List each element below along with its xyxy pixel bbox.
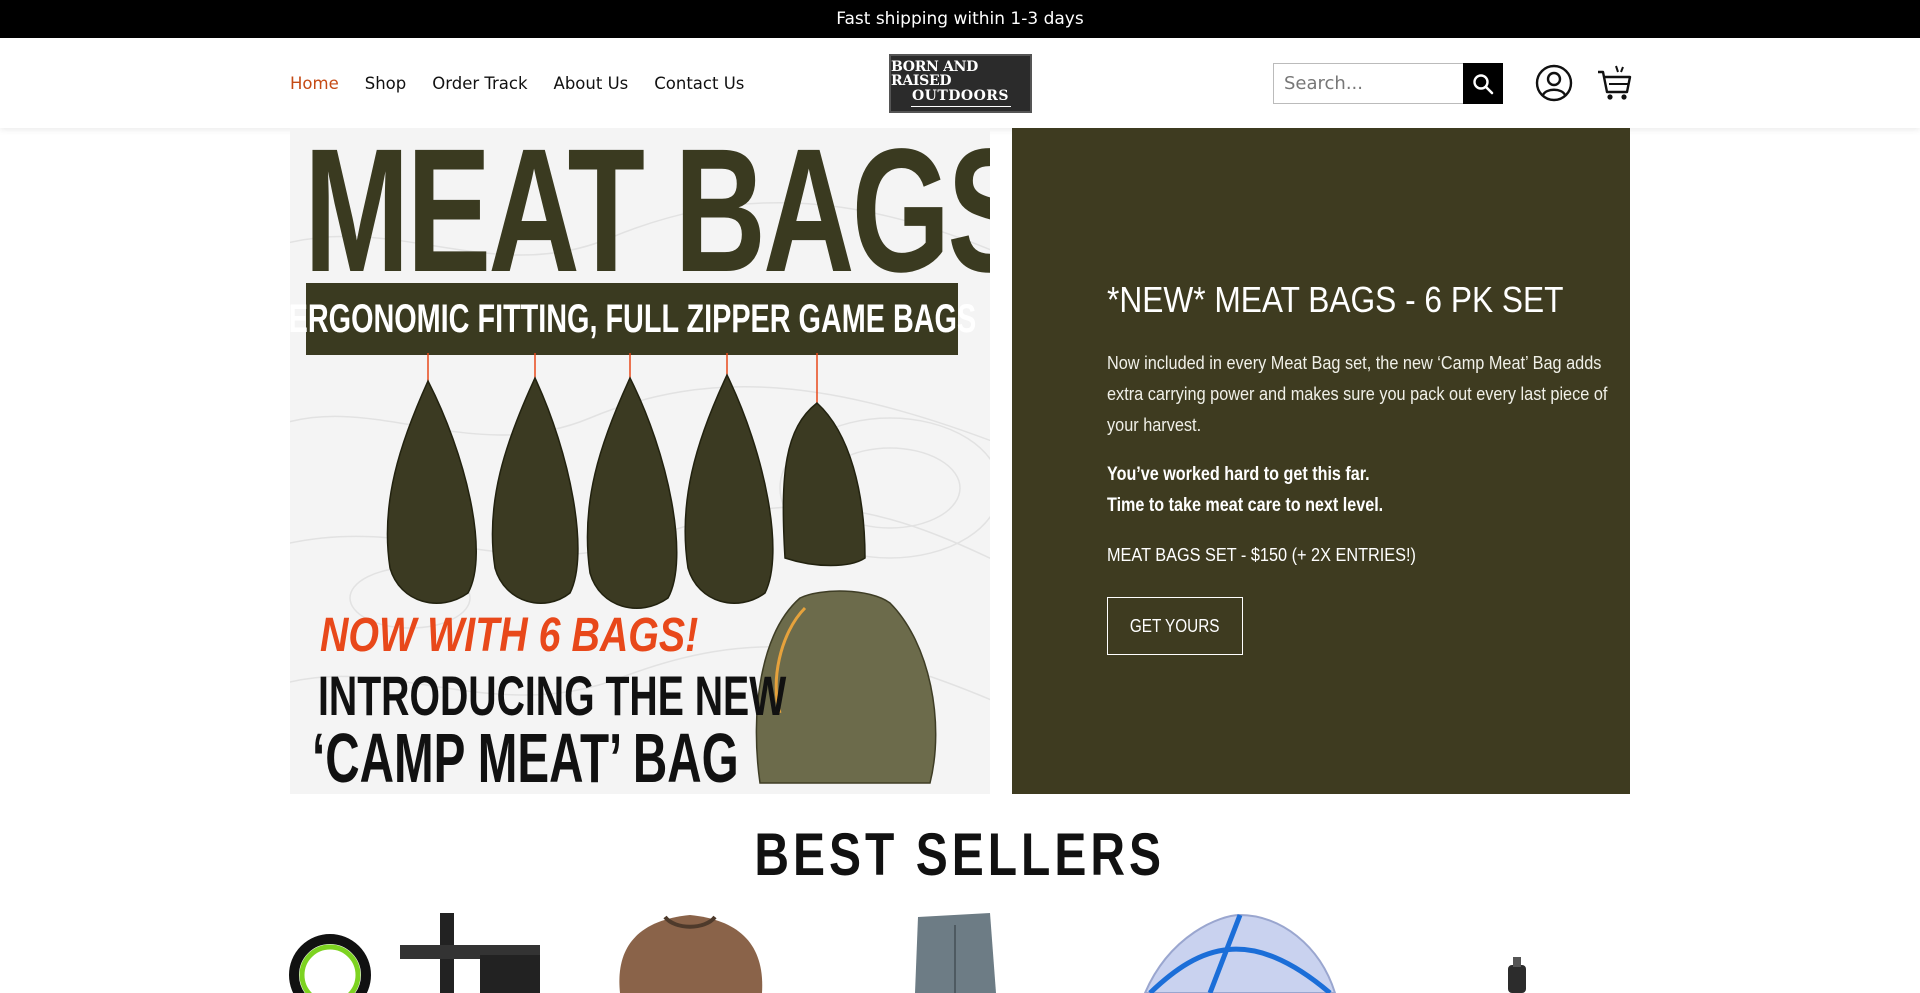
hero-image: MEAT BAGS ERGONOMIC FITTING, FULL ZIPPER… [290, 128, 990, 794]
nav-home[interactable]: Home [290, 74, 339, 93]
announcement-text: Fast shipping within 1-3 days [836, 9, 1084, 29]
product-bow-sight[interactable] [289, 913, 540, 993]
get-yours-label: GET YOURS [1130, 615, 1220, 636]
logo-line1: BORN AND RAISED [891, 59, 978, 89]
search-button[interactable] [1463, 63, 1503, 104]
nav-shop[interactable]: Shop [365, 74, 407, 93]
site-logo[interactable]: BORN AND RAISED OUTDOORS [889, 54, 1032, 113]
main-nav: Home Shop Order Track About Us Contact U… [290, 38, 770, 128]
hero-banner-text: ERGONOMIC FITTING, FULL ZIPPER GAME BAGS [290, 296, 976, 341]
bag-4 [684, 373, 774, 604]
user-icon [1535, 64, 1573, 102]
account-button[interactable] [1535, 64, 1573, 102]
promo-bold-line1: You’ve worked hard to get this far. [1107, 464, 1370, 485]
site-header: Home Shop Order Track About Us Contact U… [0, 38, 1920, 128]
product-jacket[interactable] [619, 915, 763, 993]
logo-rule [910, 106, 1011, 107]
hero-banner: ERGONOMIC FITTING, FULL ZIPPER GAME BAGS [290, 283, 976, 355]
bag-3 [586, 376, 678, 609]
promo-description: Now included in every Meat Bag set, the … [1107, 352, 1608, 435]
promo-bold-line2: Time to take meat care to next level. [1107, 495, 1384, 516]
search-form [1273, 63, 1503, 104]
product-pants[interactable] [915, 913, 996, 993]
logo-line2: OUTDOORS [911, 88, 1010, 104]
product-tent[interactable] [1143, 913, 1337, 993]
promo-panel: *NEW* MEAT BAGS - 6 PK SET Now included … [1012, 128, 1630, 794]
best-sellers-strip [289, 913, 1526, 993]
get-yours-button[interactable]: GET YOURS [1107, 597, 1243, 655]
search-icon [1473, 73, 1494, 94]
promo-price: MEAT BAGS SET - $150 (+ 2X ENTRIES!) [1107, 544, 1416, 565]
nav-order-track[interactable]: Order Track [432, 74, 527, 93]
cart-button[interactable] [1596, 64, 1632, 102]
nav-contact-us[interactable]: Contact Us [654, 74, 744, 93]
cart-icon [1598, 65, 1632, 100]
product-knife[interactable] [1508, 957, 1526, 993]
announcement-bar: Fast shipping within 1-3 days [0, 0, 1920, 38]
bag-5 [782, 402, 866, 567]
bag-1 [386, 379, 477, 604]
promo-title: *NEW* MEAT BAGS - 6 PK SET [1107, 279, 1564, 320]
hero-callout: NOW WITH 6 BAGS! [320, 609, 699, 662]
nav-about-us[interactable]: About Us [554, 74, 629, 93]
best-sellers-heading: BEST SELLERS [0, 820, 1920, 889]
bag-2 [491, 376, 579, 604]
search-input[interactable] [1273, 63, 1463, 104]
best-sellers-title: BEST SELLERS [754, 821, 1166, 888]
hero-intro-line2: ‘CAMP MEAT’ BAG [312, 719, 739, 794]
